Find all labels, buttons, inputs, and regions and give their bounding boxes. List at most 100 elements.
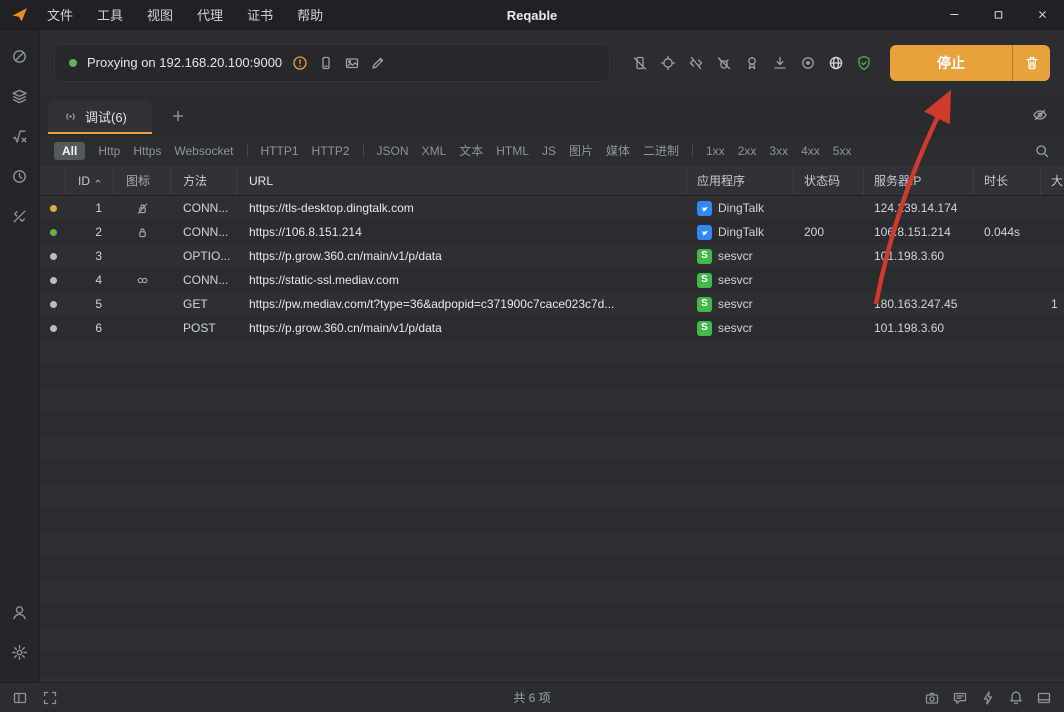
stop-button-label[interactable]: 停止 — [890, 45, 1012, 81]
filter-http1[interactable]: HTTP1 — [261, 144, 299, 158]
minimize-button[interactable] — [932, 0, 976, 30]
clear-sessions-icon[interactable] — [1012, 45, 1050, 81]
header-icon[interactable]: 图标 — [114, 166, 171, 195]
cell-server-ip: 106.8.151.214 — [864, 225, 974, 239]
cell-duration: 0.044s — [974, 225, 1041, 239]
header-url[interactable]: URL — [237, 166, 687, 195]
settings-icon[interactable] — [4, 636, 36, 668]
cell-app-name: sesvcr — [718, 321, 753, 335]
smartphone-icon[interactable] — [318, 55, 334, 71]
header-size[interactable]: 大 — [1041, 166, 1064, 195]
toolbar: Proxying on 192.168.20.100:9000 — [40, 30, 1064, 95]
edit-icon[interactable] — [370, 55, 386, 71]
filter-binary[interactable]: 二进制 — [643, 142, 679, 159]
history-icon[interactable] — [4, 160, 36, 192]
cell-id: 4 — [66, 273, 114, 287]
header-method[interactable]: 方法 — [171, 166, 237, 195]
menu-tools[interactable]: 工具 — [85, 0, 135, 30]
bug-off-icon[interactable] — [716, 55, 732, 71]
table-row[interactable]: 3 OPTIO... https://p.grow.360.cn/main/v1… — [40, 244, 1064, 268]
globe-icon[interactable] — [828, 55, 844, 71]
filter-xml[interactable]: XML — [422, 144, 447, 158]
header-app[interactable]: 应用程序 — [687, 166, 794, 195]
session-count: 共 6 项 — [513, 689, 550, 706]
menu-certificate[interactable]: 证书 — [235, 0, 285, 30]
header-dot[interactable] — [40, 166, 66, 195]
filter-5xx[interactable]: 5xx — [833, 144, 852, 158]
fullscreen-icon[interactable] — [42, 690, 58, 706]
header-id[interactable]: ID — [66, 166, 114, 195]
sesvcr-icon: S — [697, 321, 712, 336]
account-icon[interactable] — [4, 596, 36, 628]
proxy-status-box[interactable]: Proxying on 192.168.20.100:9000 — [54, 44, 610, 82]
filterbar: All Http Https Websocket HTTP1 HTTP2 JSO… — [40, 135, 1064, 166]
close-button[interactable] — [1020, 0, 1064, 30]
warning-icon[interactable] — [292, 55, 308, 71]
snapshot-icon[interactable] — [924, 690, 940, 706]
bell-icon[interactable] — [1008, 690, 1024, 706]
header-duration[interactable]: 时长 — [974, 166, 1041, 195]
menu-file[interactable]: 文件 — [35, 0, 85, 30]
online-dot — [69, 59, 77, 67]
stop-proxy-button[interactable]: 停止 — [890, 45, 1050, 81]
header-server-ip[interactable]: 服务器IP — [864, 166, 974, 195]
image-icon[interactable] — [344, 55, 360, 71]
record-icon[interactable] — [800, 55, 816, 71]
filter-divider — [692, 144, 693, 157]
feedback-icon[interactable] — [952, 690, 968, 706]
cell-app-name: sesvcr — [718, 273, 753, 287]
shield-icon[interactable] — [856, 55, 872, 71]
cell-method: GET — [171, 297, 237, 311]
cell-app-name: DingTalk — [718, 201, 764, 215]
menu-help[interactable]: 帮助 — [285, 0, 335, 30]
target-icon[interactable] — [660, 55, 676, 71]
table-row[interactable]: 5 GET https://pw.mediav.com/t?type=36&ad… — [40, 292, 1064, 316]
panel-toggle-icon[interactable] — [12, 690, 28, 706]
table-row[interactable]: 1 CONN... https://tls-desktop.dingtalk.c… — [40, 196, 1064, 220]
filter-all[interactable]: All — [54, 142, 85, 160]
download-icon[interactable] — [772, 55, 788, 71]
window-title: Reqable — [507, 0, 558, 30]
filter-media[interactable]: 媒体 — [606, 142, 630, 159]
filter-2xx[interactable]: 2xx — [738, 144, 757, 158]
filter-1xx[interactable]: 1xx — [706, 144, 725, 158]
filter-js[interactable]: JS — [542, 144, 556, 158]
filter-websocket[interactable]: Websocket — [174, 144, 233, 158]
filter-3xx[interactable]: 3xx — [769, 144, 788, 158]
filter-4xx[interactable]: 4xx — [801, 144, 820, 158]
filter-http[interactable]: Http — [98, 144, 120, 158]
maximize-button[interactable] — [976, 0, 1020, 30]
functions-icon[interactable] — [4, 120, 36, 152]
filter-text[interactable]: 文本 — [459, 142, 483, 159]
filter-http2[interactable]: HTTP2 — [312, 144, 350, 158]
hide-preview-icon[interactable] — [1032, 107, 1048, 123]
menu-proxy[interactable]: 代理 — [185, 0, 235, 30]
script-off-icon[interactable] — [688, 55, 704, 71]
header-status[interactable]: 状态码 — [794, 166, 864, 195]
filter-html[interactable]: HTML — [496, 144, 529, 158]
tab-debug[interactable]: 调试(6) — [48, 100, 152, 134]
table-row[interactable]: 2 CONN... https://106.8.151.214 DingTalk… — [40, 220, 1064, 244]
filter-json[interactable]: JSON — [377, 144, 409, 158]
add-tab-button[interactable] — [164, 102, 192, 130]
table-row[interactable]: 4 CONN... https://static-ssl.mediav.com … — [40, 268, 1064, 292]
search-icon[interactable] — [1034, 143, 1050, 159]
filter-divider — [247, 144, 248, 157]
bolt-icon[interactable] — [980, 690, 996, 706]
menu-view[interactable]: 视图 — [135, 0, 185, 30]
filter-image[interactable]: 图片 — [569, 142, 593, 159]
filter-https[interactable]: Https — [133, 144, 161, 158]
device-off-icon[interactable] — [632, 55, 648, 71]
cell-url: https://106.8.151.214 — [237, 225, 687, 239]
certificate-icon[interactable] — [744, 55, 760, 71]
tabbar: 调试(6) — [40, 95, 1064, 135]
app-logo-icon — [9, 5, 29, 25]
debug-icon[interactable] — [4, 40, 36, 72]
tab-debug-label: 调试(6) — [85, 107, 127, 126]
cell-method: CONN... — [171, 273, 237, 287]
cell-server-ip: 124.239.14.174 — [864, 201, 974, 215]
dock-bottom-icon[interactable] — [1036, 690, 1052, 706]
toolbox-icon[interactable] — [4, 200, 36, 232]
table-row[interactable]: 6 POST https://p.grow.360.cn/main/v1/p/d… — [40, 316, 1064, 340]
collections-icon[interactable] — [4, 80, 36, 112]
